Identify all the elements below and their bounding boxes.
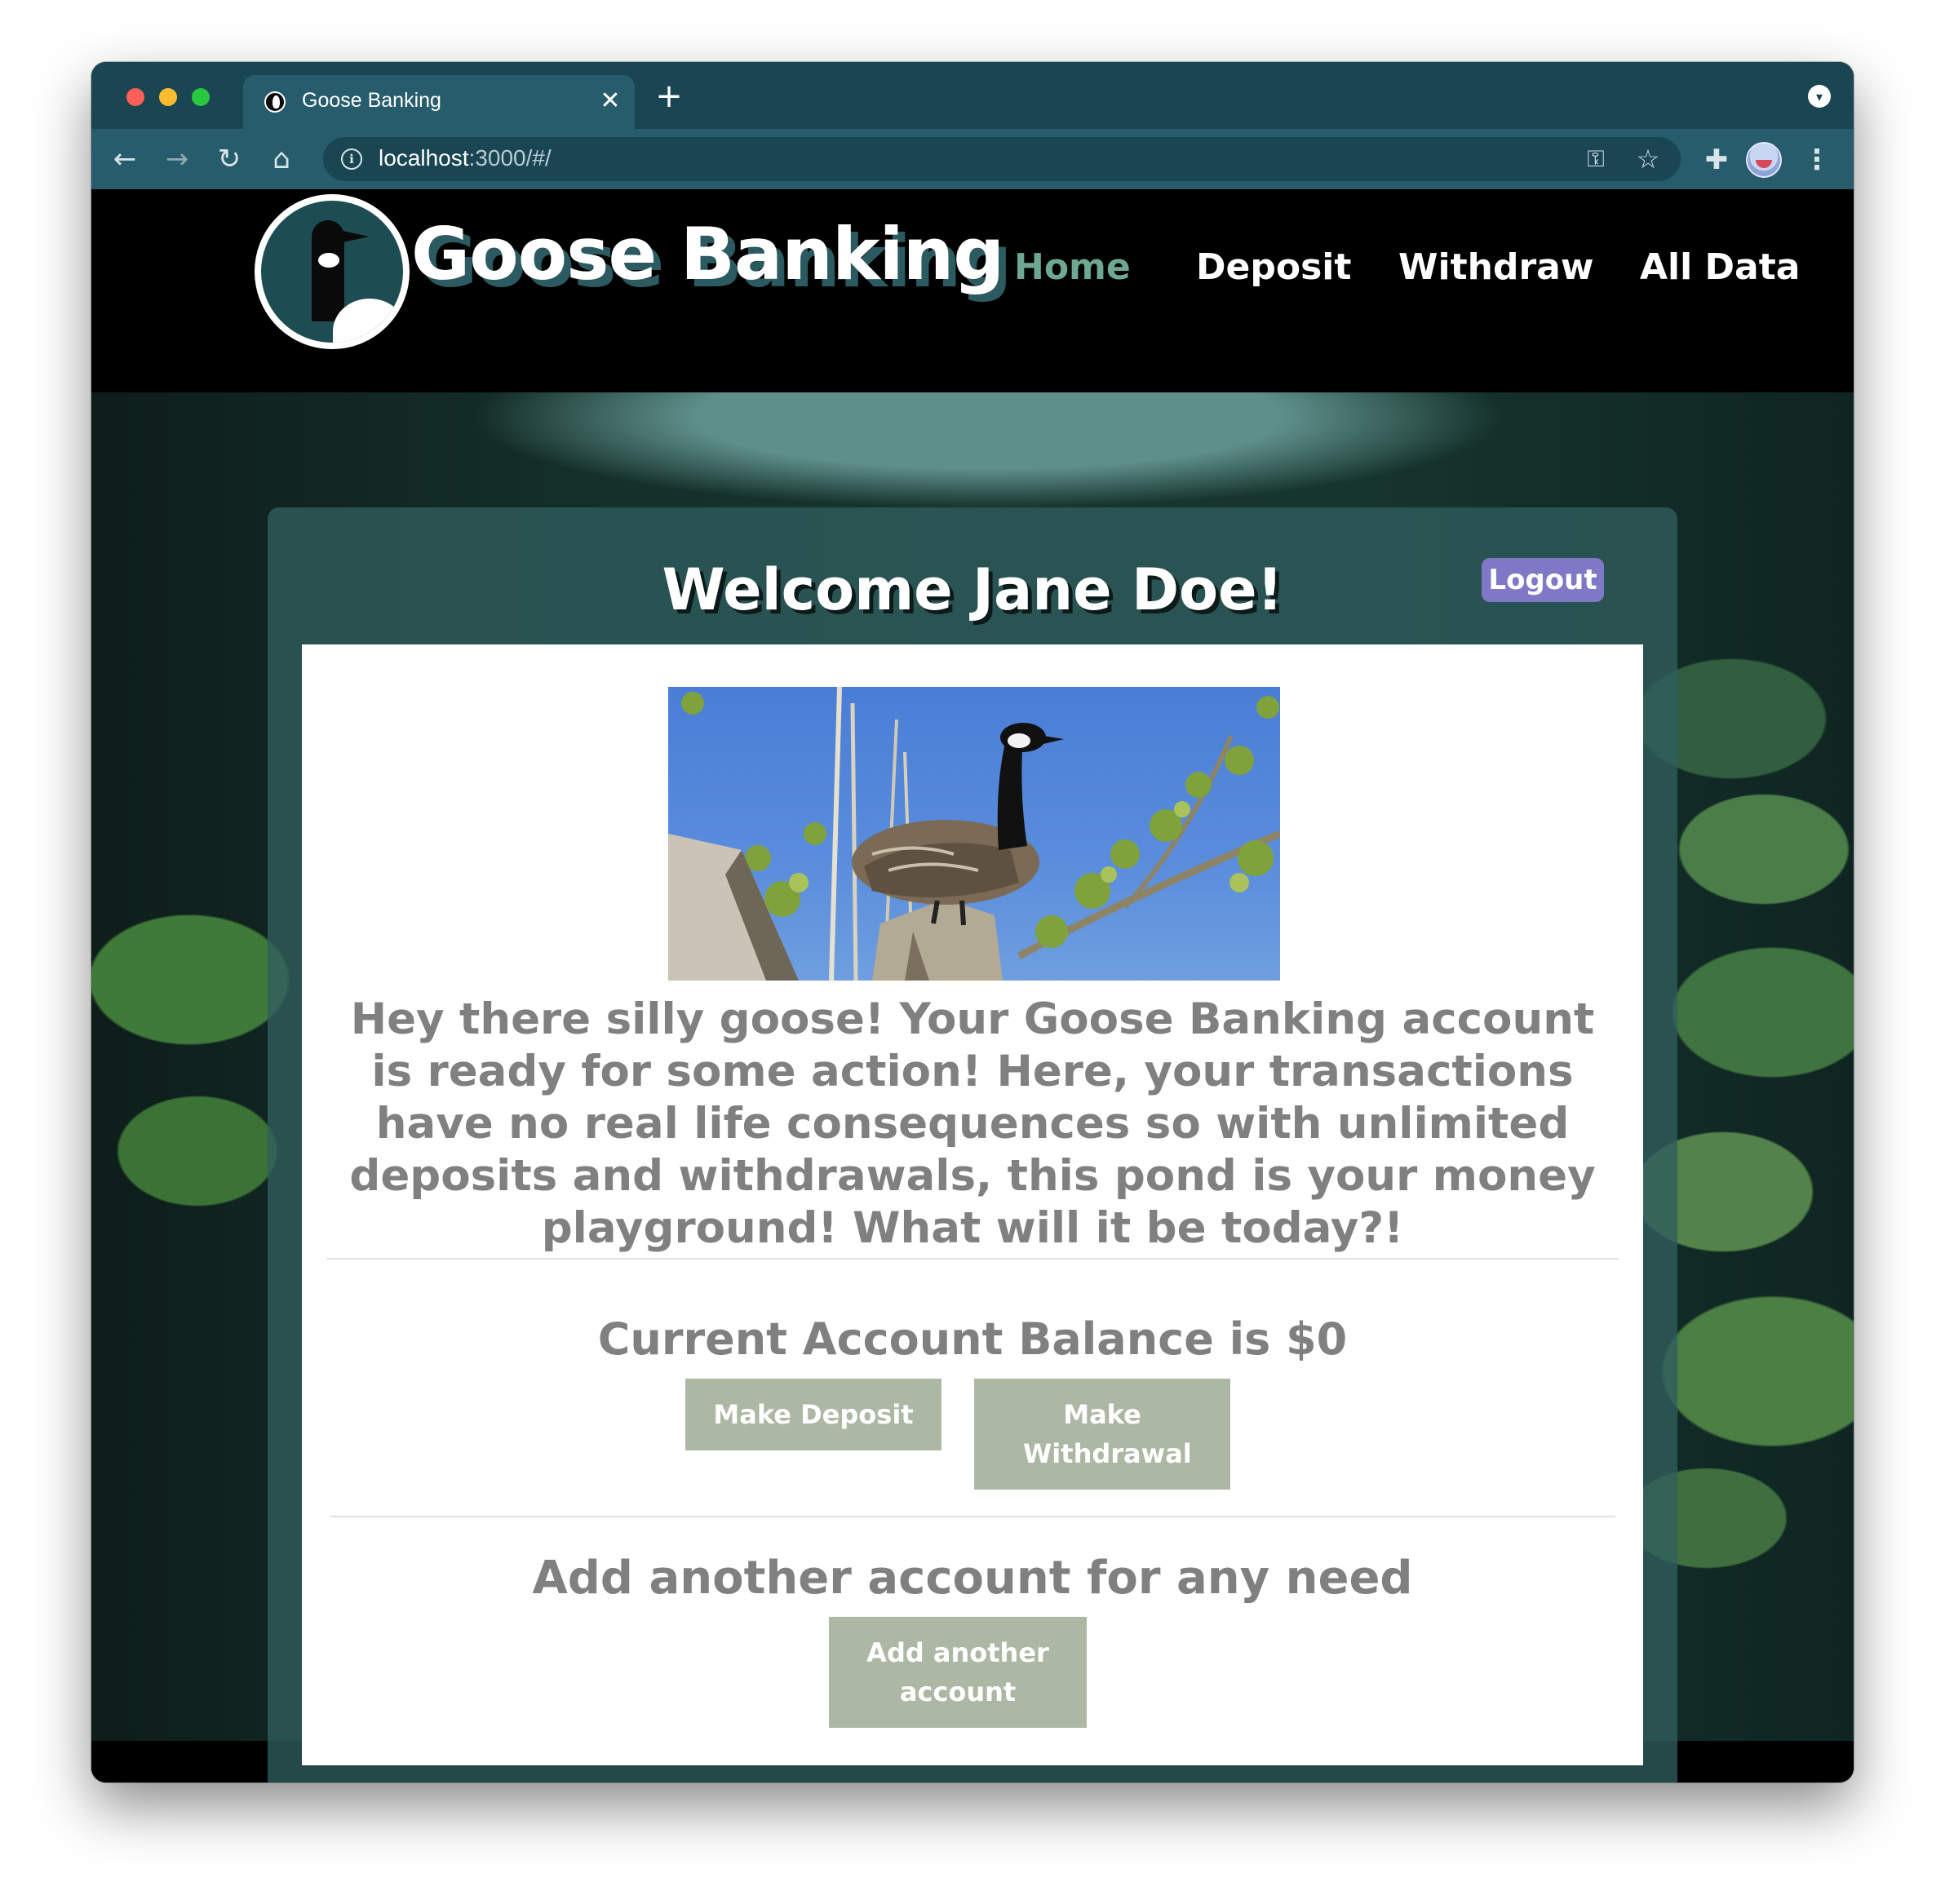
tab-title: Goose Banking [302,89,441,112]
puzzle-icon[interactable]: ✚ [1700,144,1733,176]
welcome-card: Welcome Jane Doe! Logout Hey there silly… [268,507,1677,1782]
zoom-window-button[interactable] [192,88,210,106]
welcome-heading: Welcome Jane Doe! [662,556,1283,623]
card-body: Hey there silly goose! Your Goose Bankin… [302,644,1643,1765]
avatar[interactable] [1746,142,1782,178]
divider [330,1516,1615,1517]
brand-title[interactable]: Goose Banking [411,212,1004,296]
tab-search-icon[interactable]: ▾ [1808,85,1831,108]
home-icon[interactable]: ⌂ [264,142,299,176]
browser-window: Goose Banking ✕ + ▾ ← → ↻ ⌂ i localhost:… [91,62,1854,1782]
browser-tab[interactable]: Goose Banking ✕ [243,75,635,129]
divider [326,1258,1619,1260]
nav-link-deposit[interactable]: Deposit [1196,246,1351,288]
url-host: localhost [379,145,469,170]
make-deposit-button[interactable]: Make Deposit [685,1379,941,1450]
kebab-menu-icon[interactable]: ⋮ [1803,144,1831,176]
forward-arrow-icon[interactable]: → [160,142,194,176]
intro-paragraph: Hey there silly goose! Your Goose Bankin… [349,994,1596,1253]
url-path: :3000/#/ [468,145,552,170]
reload-icon[interactable]: ↻ [212,142,246,176]
new-tab-icon[interactable]: + [653,80,685,113]
key-icon[interactable]: ⚿ [1579,143,1612,175]
site-navbar: Goose Banking Home Deposit Withdraw All … [91,189,1854,392]
nav-link-home[interactable]: Home [1014,246,1131,288]
url-text[interactable]: localhost:3000/#/ [379,145,552,171]
back-arrow-icon[interactable]: ← [108,142,142,176]
address-bar[interactable]: i localhost:3000/#/ ⚿ ☆ [323,137,1681,181]
close-window-button[interactable] [126,88,144,106]
add-account-button[interactable]: Add another account [829,1617,1087,1728]
goose-photo [668,687,1280,981]
make-withdrawal-button[interactable]: Make Withdrawal [974,1379,1230,1490]
star-icon[interactable]: ☆ [1632,143,1664,175]
page-viewport: Goose Banking Home Deposit Withdraw All … [91,189,1854,1782]
nav-link-all-data[interactable]: All Data [1640,246,1800,288]
tab-strip: Goose Banking ✕ + ▾ [91,62,1854,129]
close-tab-icon[interactable]: ✕ [596,85,625,117]
logout-button[interactable]: Logout [1482,558,1604,602]
nav-link-withdraw[interactable]: Withdraw [1398,246,1594,288]
goose-favicon-icon [264,91,286,113]
add-account-heading: Add another account for any need [532,1552,1413,1605]
balance-heading: Current Account Balance is $0 [597,1313,1348,1365]
info-icon[interactable]: i [341,148,362,170]
browser-toolbar: ← → ↻ ⌂ i localhost:3000/#/ ⚿ ☆ ✚ ⋮ [91,129,1854,189]
goose-logo-icon[interactable] [255,194,410,349]
minimize-window-button[interactable] [159,88,177,106]
